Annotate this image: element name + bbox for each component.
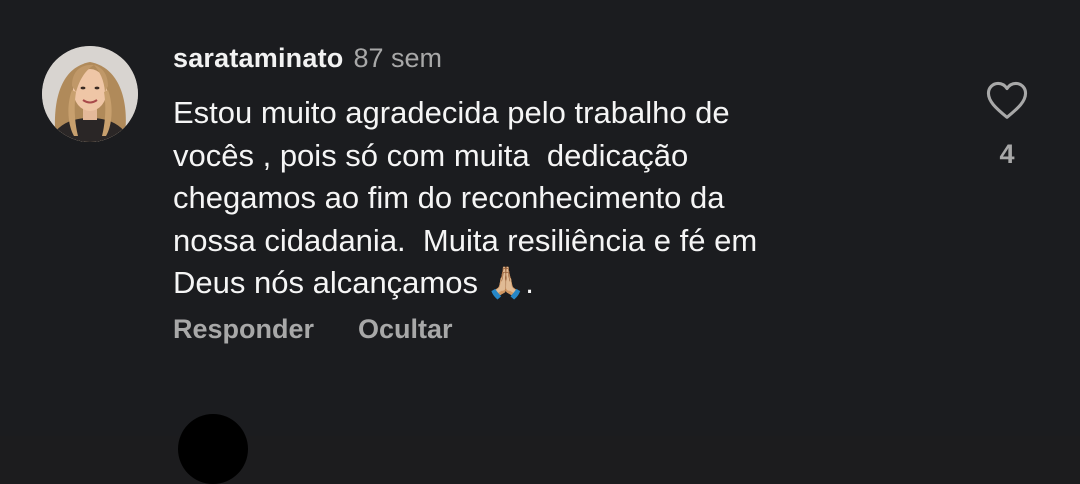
comment-text: Estou muito agradecida pelo trabalho de … — [173, 95, 758, 300]
avatar-image — [42, 46, 138, 142]
comment-header: sarataminato 87 sem — [173, 40, 442, 76]
hide-button[interactable]: Ocultar — [358, 314, 453, 345]
username[interactable]: sarataminato — [173, 43, 343, 74]
heart-icon[interactable] — [985, 80, 1029, 125]
reply-button[interactable]: Responder — [173, 314, 314, 345]
timestamp: 87 sem — [353, 42, 443, 73]
like-control: 4 — [984, 80, 1030, 170]
like-count: 4 — [999, 139, 1015, 169]
comment-item: sarataminato 87 sem Estou muito agradeci… — [0, 0, 1080, 484]
next-comment-avatar[interactable] — [178, 414, 248, 484]
comment-actions: Responder Ocultar — [173, 314, 453, 345]
avatar[interactable] — [42, 46, 138, 142]
